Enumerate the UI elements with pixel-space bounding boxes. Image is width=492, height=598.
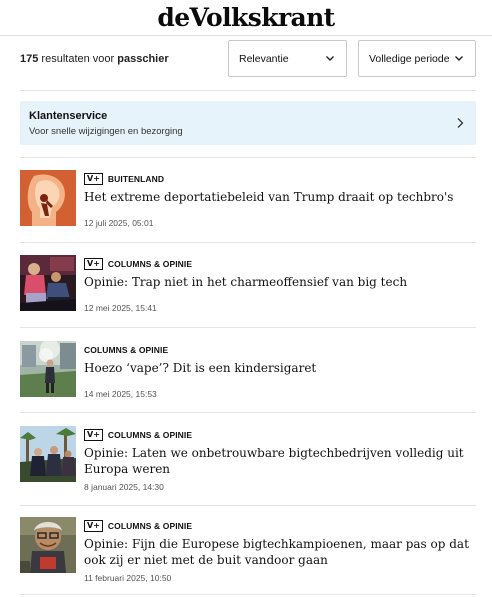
chevron-right-icon: [457, 118, 464, 128]
article-item[interactable]: V+ COLUMNS & OPINIE Opinie: Laten we onb…: [20, 426, 476, 496]
volkskrant-logo[interactable]: deVolkskrant: [157, 3, 335, 32]
customer-service-banner[interactable]: Klantenservice Voor snelle wijzigingen e…: [20, 101, 476, 145]
article-date: 12 mei 2025, 15:41: [84, 303, 157, 313]
article-item[interactable]: COLUMNS & OPINIE Hoezo ‘vape’? Dit is ee…: [20, 341, 476, 411]
results-bar: 175 resultaten voor passchier Relevantie…: [20, 40, 476, 78]
chevron-down-icon: [455, 56, 463, 61]
article-category[interactable]: COLUMNS & OPINIE: [108, 259, 192, 269]
article-headline[interactable]: Hoezo ‘vape’? Dit is een kindersigaret: [84, 360, 476, 376]
plus-badge: V+: [84, 429, 103, 441]
article-thumbnail[interactable]: [20, 170, 76, 226]
chevron-down-icon: [326, 56, 334, 61]
customer-service-subtitle: Voor snelle wijzigingen en bezorging: [29, 126, 183, 137]
article-category[interactable]: COLUMNS & OPINIE: [108, 521, 192, 531]
article-thumbnail[interactable]: [20, 426, 76, 482]
article-headline[interactable]: Opinie: Laten we onbetrouwbare bigtechbe…: [84, 445, 476, 477]
article-meta: COLUMNS & OPINIE: [84, 343, 168, 357]
period-select[interactable]: Volledige periode: [358, 40, 476, 77]
article-category[interactable]: COLUMNS & OPINIE: [108, 430, 192, 440]
plus-badge: V+: [84, 173, 103, 185]
article-date: 14 mei 2025, 15:53: [84, 389, 157, 399]
divider: [20, 327, 476, 328]
article-date: 11 februari 2025, 10:50: [84, 573, 172, 583]
article-thumbnail[interactable]: [20, 517, 76, 573]
period-select-value: Volledige periode: [369, 53, 450, 65]
article-date: 8 januari 2025, 14:30: [84, 482, 164, 492]
plus-badge: V+: [84, 258, 103, 270]
article-headline[interactable]: Opinie: Fijn die Europese bigtechkampioe…: [84, 536, 476, 568]
sort-select[interactable]: Relevantie: [228, 40, 347, 77]
divider: [20, 412, 476, 413]
results-count: 175: [20, 53, 39, 65]
article-thumbnail[interactable]: [20, 255, 76, 311]
article-item[interactable]: V+ COLUMNS & OPINIE Opinie: Trap niet in…: [20, 255, 476, 325]
article-category[interactable]: BUITENLAND: [108, 174, 164, 184]
results-text: resultaten voor: [41, 53, 115, 65]
article-headline[interactable]: Het extreme deportatiebeleid van Trump d…: [84, 189, 476, 205]
article-thumbnail[interactable]: [20, 341, 76, 397]
divider: [20, 594, 476, 595]
article-item[interactable]: V+ BUITENLAND Het extreme deportatiebele…: [20, 170, 476, 240]
article-meta: V+ COLUMNS & OPINIE: [84, 519, 192, 533]
sort-select-value: Relevantie: [239, 53, 289, 65]
divider: [20, 505, 476, 506]
search-query: passchier: [117, 53, 169, 65]
divider: [20, 90, 476, 91]
results-summary: 175 resultaten voor passchier: [20, 53, 169, 65]
article-meta: V+ BUITENLAND: [84, 172, 164, 186]
article-category[interactable]: COLUMNS & OPINIE: [84, 345, 168, 355]
article-date: 12 juli 2025, 05:01: [84, 218, 154, 228]
customer-service-title: Klantenservice: [29, 110, 108, 122]
article-headline[interactable]: Opinie: Trap niet in het charmeoffensief…: [84, 274, 476, 290]
plus-badge: V+: [84, 520, 103, 532]
masthead: deVolkskrant: [0, 0, 492, 36]
divider: [20, 242, 476, 243]
divider: [20, 157, 476, 158]
article-item[interactable]: V+ COLUMNS & OPINIE Opinie: Fijn die Eur…: [20, 517, 476, 587]
article-meta: V+ COLUMNS & OPINIE: [84, 428, 192, 442]
article-meta: V+ COLUMNS & OPINIE: [84, 257, 192, 271]
